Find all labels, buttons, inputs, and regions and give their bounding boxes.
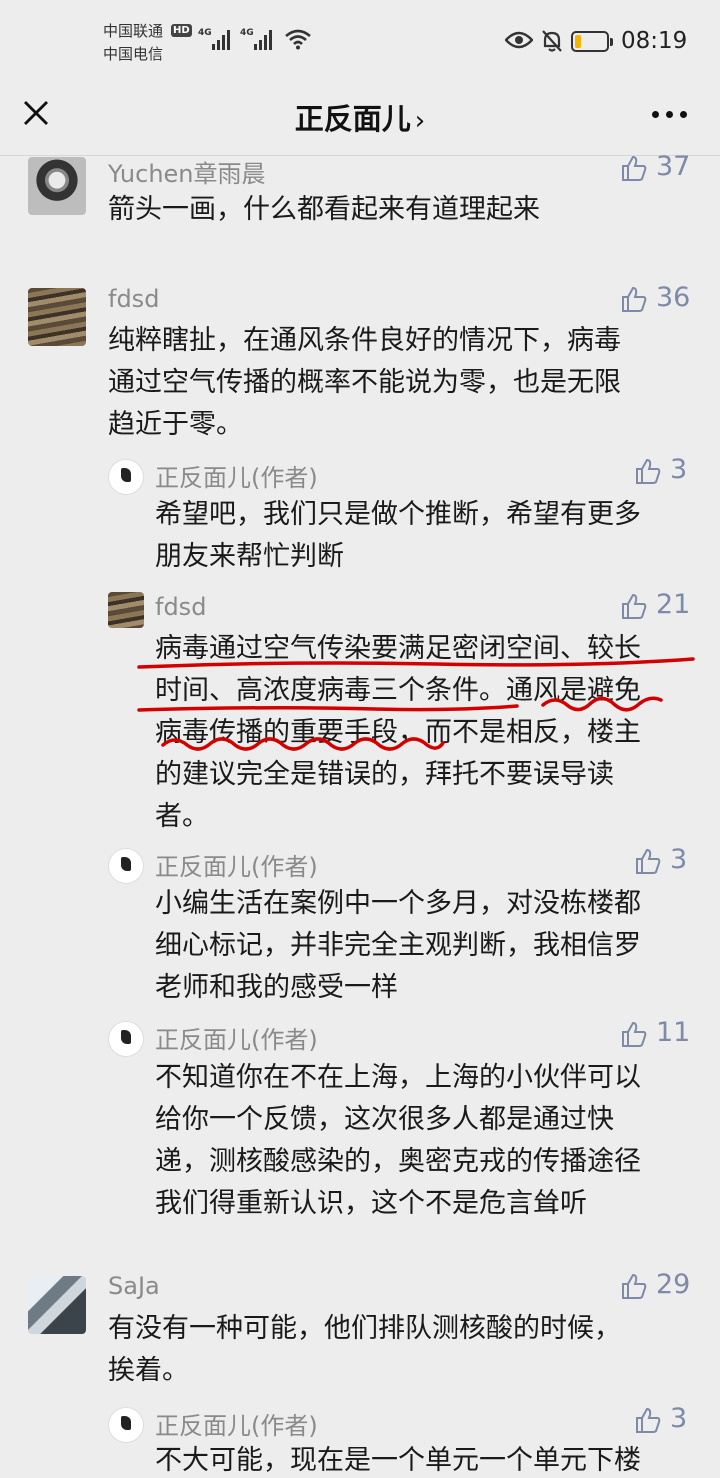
clock: 08:19 [621,28,688,54]
avatar[interactable] [28,157,86,215]
comment-text: 箭头一画，什么都看起来有道理起来 [108,194,540,225]
like-count: 21 [656,589,691,620]
carrier-2-label: 中国电信 [103,45,164,63]
avatar[interactable] [108,592,144,628]
thumbs-up-icon[interactable] [620,154,648,182]
like-count: 3 [670,844,688,875]
avatar[interactable] [108,459,144,495]
comment-text: 有没有一种可能，他们排队测核酸的时候， 挨着。 [108,1313,621,1386]
commenter-name[interactable]: fdsd [108,285,159,313]
like-count: 29 [656,1269,691,1300]
commenter-name[interactable]: Yuchen章雨晨 [108,154,266,189]
annotation-underline [137,657,695,751]
reply-text: 希望吧，我们只是做个推断，希望有更多 朋友来帮忙判断 [155,499,641,572]
battery-icon [571,31,613,52]
carrier-1-label: 中国联通 [103,22,164,40]
reply-text: 不大可能，现在是一个单元一个单元下楼 [155,1445,641,1476]
more-icon[interactable] [652,111,688,121]
page-title[interactable]: 正反面儿 › [0,96,720,138]
commenter-name[interactable]: 正反面儿(作者) [155,1406,318,1441]
bell-off-icon [542,30,562,52]
page-title-text[interactable]: 正反面儿 [295,102,411,136]
avatar[interactable] [108,1021,144,1057]
nav-bar: 正反面儿 › [0,80,720,156]
status-bar: 中国联通 HD 中国电信 4G 4G 08:19 [0,0,720,80]
thumbs-up-icon[interactable] [634,847,662,875]
thumbs-up-icon[interactable] [634,1406,662,1434]
signal-icon: 4G [198,28,234,50]
reply-text: 不知道你在不在上海，上海的小伙伴可以 给你一个反馈，这次很多人都是通过快 递，测… [155,1062,641,1219]
commenter-name[interactable]: 正反面儿(作者) [155,847,318,882]
like-count: 3 [670,454,688,485]
reply-text: 小编生活在案例中一个多月，对没栋楼都 细心标记，并非完全主观判断，我相信罗 老师… [155,888,641,1003]
commenter-name[interactable]: 正反面儿(作者) [155,1020,318,1055]
avatar[interactable] [108,1407,144,1443]
thumbs-up-icon[interactable] [620,285,648,313]
eye-icon [505,31,533,49]
thumbs-up-icon[interactable] [620,1020,648,1048]
avatar[interactable] [28,1276,86,1334]
commenter-name[interactable]: fdsd [155,593,206,621]
like-count: 11 [656,1017,691,1048]
like-count: 37 [656,151,691,182]
avatar[interactable] [108,848,144,884]
like-count: 3 [670,1403,688,1434]
commenter-name[interactable]: 正反面儿(作者) [155,458,318,493]
thumbs-up-icon[interactable] [620,592,648,620]
comment-text: 纯粹瞎扯，在通风条件良好的情况下，病毒 通过空气传播的概率不能说为零，也是无限 … [108,325,621,440]
chevron-right-icon[interactable]: › [415,106,425,136]
thumbs-up-icon[interactable] [634,457,662,485]
commenter-name[interactable]: SaJa [108,1272,160,1300]
avatar[interactable] [28,288,86,346]
signal-icon: 4G [240,28,276,50]
hd-badge: HD [171,24,192,37]
thumbs-up-icon[interactable] [620,1272,648,1300]
like-count: 36 [656,282,691,313]
wifi-icon [285,29,311,50]
